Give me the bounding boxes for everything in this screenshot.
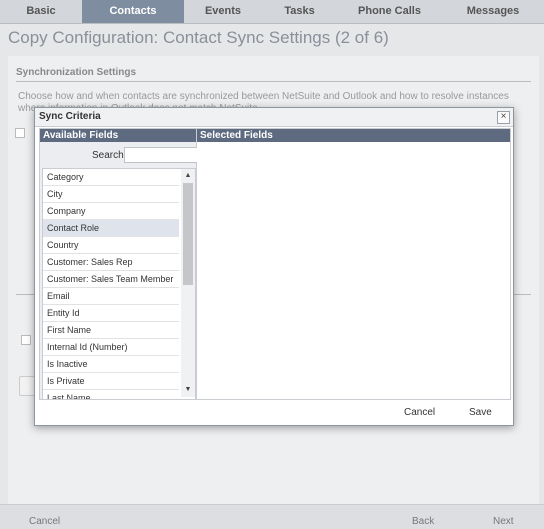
scrollbar-thumb[interactable] — [183, 183, 193, 285]
page-title: Copy Configuration: Contact Sync Setting… — [8, 28, 389, 47]
field-list-item[interactable]: Is Inactive — [43, 356, 179, 373]
wizard-footer: Cancel Back Next — [0, 504, 544, 529]
field-list-item[interactable]: Is Private — [43, 373, 179, 390]
arrow-up-icon[interactable]: ▲ — [181, 171, 195, 181]
field-list-item[interactable]: Country — [43, 237, 179, 254]
field-list-item[interactable]: Customer: Sales Team Member — [43, 271, 179, 288]
dialog-title: Sync Criteria — [39, 111, 101, 122]
sync-criteria-dialog: Sync Criteria × Available Fields Search … — [34, 107, 514, 426]
field-list-item[interactable]: Entity Id — [43, 305, 179, 322]
tab-events-label: Events — [204, 5, 242, 17]
field-list-item[interactable]: Category — [43, 169, 179, 186]
field-list-item[interactable]: Company — [43, 203, 179, 220]
tab-messages[interactable]: Messages — [442, 0, 544, 23]
background-checkbox-2[interactable] — [21, 335, 31, 345]
section-divider-3 — [513, 294, 531, 295]
cancel-link[interactable]: Cancel — [29, 516, 60, 527]
tab-basic-label: Basic — [26, 5, 56, 17]
dialog-save-button[interactable]: Save — [469, 407, 492, 418]
tab-messages-label: Messages — [466, 5, 520, 17]
field-list-item[interactable]: First Name — [43, 322, 179, 339]
section-divider-2 — [16, 294, 34, 295]
available-fields-header: Available Fields — [40, 129, 196, 142]
tab-contacts-label: Contacts — [109, 5, 157, 17]
search-label: Search — [92, 150, 124, 161]
tab-tasks[interactable]: Tasks — [262, 0, 337, 23]
field-list-item[interactable]: Contact Role — [43, 220, 179, 237]
tab-phone-calls[interactable]: Phone Calls — [337, 0, 442, 23]
tab-basic[interactable]: Basic — [0, 0, 82, 23]
tab-events[interactable]: Events — [184, 0, 262, 23]
dialog-body: Available Fields Search Category City Comp… — [39, 128, 511, 400]
close-icon[interactable]: × — [497, 111, 510, 124]
field-list-item[interactable]: City — [43, 186, 179, 203]
tab-phone-calls-label: Phone Calls — [358, 5, 421, 17]
field-list-item[interactable]: Customer: Sales Rep — [43, 254, 179, 271]
section-title: Synchronization Settings — [16, 67, 137, 78]
back-button[interactable]: Back — [412, 516, 434, 527]
search-input[interactable] — [124, 147, 198, 163]
tab-bar: Basic Contacts Events Tasks Phone Calls … — [0, 0, 544, 24]
list-scrollbar[interactable]: ▲ ▼ — [181, 169, 195, 397]
next-button[interactable]: Next — [493, 516, 514, 527]
dialog-cancel-button[interactable]: Cancel — [404, 407, 435, 418]
field-list-item[interactable]: Internal Id (Number) — [43, 339, 179, 356]
tab-contacts[interactable]: Contacts — [82, 0, 184, 23]
section-divider — [16, 81, 531, 82]
dialog-footer: Cancel Save — [35, 400, 513, 425]
background-checkbox[interactable] — [15, 128, 25, 138]
background-button[interactable] — [19, 376, 35, 396]
available-fields-panel: Available Fields Search Category City Comp… — [40, 129, 198, 400]
field-list-item[interactable]: Last Name — [43, 390, 179, 399]
tab-tasks-label: Tasks — [284, 5, 315, 17]
selected-fields-header: Selected Fields — [197, 129, 510, 142]
arrow-down-icon[interactable]: ▼ — [181, 385, 195, 395]
field-list: Category City Company Contact Role Country Cu… — [43, 169, 179, 399]
field-list-item[interactable]: Email — [43, 288, 179, 305]
selected-fields-panel: Selected Fields — [197, 129, 510, 399]
available-fields-list: Category City Company Contact Role Country Cu… — [42, 168, 196, 400]
dialog-header: Sync Criteria × — [35, 108, 513, 127]
